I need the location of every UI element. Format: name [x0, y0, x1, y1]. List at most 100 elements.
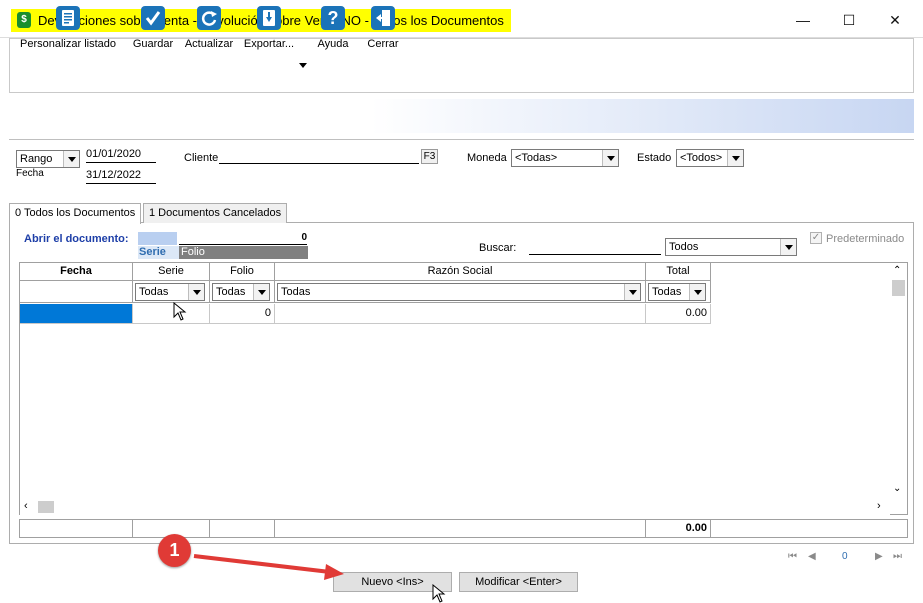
moneda-value: <Todas> — [515, 152, 558, 164]
razon-filter-select[interactable]: Todas — [277, 283, 641, 301]
totals-cell-folio — [210, 520, 275, 537]
chevron-down-icon — [188, 284, 204, 300]
chevron-down-icon — [602, 150, 618, 166]
folio-input[interactable]: 0 — [179, 232, 307, 245]
maximize-button[interactable]: ☐ — [826, 8, 872, 32]
refresh-icon — [197, 6, 221, 30]
mouse-cursor-icon — [173, 302, 187, 321]
estado-label: Estado — [637, 152, 672, 164]
actualizar-label: Actualizar — [184, 38, 234, 50]
annotation-marker: 1 — [158, 534, 191, 567]
total-filter-select[interactable]: Todas — [648, 283, 706, 301]
personalizar-listado-button[interactable]: Personalizar listado — [16, 2, 120, 52]
filter-cell-razon-social: Todas — [275, 281, 646, 303]
totals-row: 0.00 — [19, 519, 908, 538]
mouse-cursor-icon — [432, 584, 446, 603]
scroll-left-icon[interactable]: ‹ — [24, 500, 28, 512]
buscar-label: Buscar: — [479, 242, 517, 254]
horizontal-scroll-thumb[interactable] — [38, 501, 54, 513]
moneda-label: Moneda — [467, 152, 507, 164]
folio-filter-select[interactable]: Todas — [212, 283, 270, 301]
chevron-down-icon — [727, 150, 743, 166]
serie-filter-value: Todas — [139, 286, 169, 298]
banner — [9, 99, 914, 133]
filter-cell-folio: Todas — [210, 281, 275, 303]
nav-page-number: 0 — [842, 551, 848, 562]
date-to-field[interactable]: 31/12/2022 — [86, 169, 156, 184]
serie-tag: Serie — [138, 246, 179, 259]
cliente-field[interactable] — [219, 149, 419, 164]
scroll-down-icon[interactable]: ⌄ — [893, 483, 901, 494]
chevron-down-icon — [624, 284, 640, 300]
nav-last-icon[interactable]: ⏭ — [893, 551, 902, 562]
totals-cell-razon — [275, 520, 646, 537]
scroll-right-icon[interactable]: › — [877, 500, 881, 512]
personalizar-listado-label: Personalizar listado — [20, 38, 116, 50]
predeterminado-checkbox[interactable]: ✓ — [810, 232, 822, 244]
totals-cell-total: 0.00 — [646, 520, 711, 537]
guardar-label: Guardar — [132, 38, 174, 50]
col-header-total[interactable]: Total — [646, 263, 711, 281]
predeterminado-label: Predeterminado — [826, 233, 905, 245]
filter-cell-fecha — [20, 281, 133, 303]
scroll-up-icon[interactable]: ⌃ — [893, 265, 901, 276]
buscar-input[interactable] — [529, 240, 661, 255]
cerrar-label: Cerrar — [367, 38, 399, 50]
estado-select[interactable]: <Todos> — [676, 149, 744, 167]
estado-value: <Todos> — [680, 152, 723, 164]
export-icon — [257, 6, 281, 30]
horizontal-scrollbar[interactable] — [20, 499, 890, 515]
minimize-button[interactable]: — — [780, 8, 826, 32]
actualizar-button[interactable]: Actualizar — [182, 2, 236, 52]
vertical-scrollbar[interactable] — [890, 263, 907, 499]
row-cell-total[interactable]: 0.00 — [646, 304, 711, 324]
cerrar-button[interactable]: Cerrar — [360, 2, 406, 52]
close-window-button[interactable]: ✕ — [872, 8, 918, 32]
date-from-field[interactable]: 01/01/2020 — [86, 148, 156, 163]
tab-todos-documentos[interactable]: 0 Todos los Documentos — [9, 203, 142, 224]
ayuda-label: Ayuda — [317, 38, 349, 50]
filter-cell-total: Todas — [646, 281, 711, 303]
rango-value: Rango — [20, 153, 53, 165]
buscar-scope-select[interactable]: Todos — [665, 238, 797, 256]
col-header-folio[interactable]: Folio — [210, 263, 275, 281]
chevron-down-icon — [689, 284, 705, 300]
help-icon: ? — [321, 6, 345, 30]
divider — [9, 139, 914, 140]
exportar-button[interactable]: Exportar... — [240, 2, 298, 52]
total-filter-value: Todas — [652, 286, 682, 298]
row-cell-folio[interactable]: 0 — [210, 304, 275, 324]
rango-select[interactable]: Rango — [16, 150, 80, 168]
buscar-scope-value: Todos — [669, 241, 699, 253]
ayuda-button[interactable]: ? Ayuda — [310, 2, 356, 52]
folio-filter-value: Todas — [216, 286, 246, 298]
nav-first-icon[interactable]: ⏮ — [788, 551, 797, 562]
nav-next-icon[interactable]: ▶ — [875, 551, 883, 562]
serie-filter-select[interactable]: Todas — [135, 283, 205, 301]
exportar-label: Exportar... — [243, 38, 295, 50]
vertical-scroll-thumb[interactable] — [892, 280, 905, 296]
row-cell-razon-social[interactable] — [275, 304, 646, 324]
filter-cell-serie: Todas — [133, 281, 210, 303]
check-icon — [141, 6, 165, 30]
guardar-button[interactable]: Guardar — [128, 2, 178, 52]
col-header-razon-social[interactable]: Razón Social — [275, 263, 646, 281]
col-header-serie[interactable]: Serie — [133, 263, 210, 281]
exportar-dropdown-icon[interactable] — [299, 63, 307, 68]
folio-tag: Folio — [179, 246, 308, 259]
row-cell-serie[interactable] — [133, 304, 210, 324]
modificar-button[interactable]: Modificar <Enter> — [459, 572, 578, 592]
moneda-select[interactable]: <Todas> — [511, 149, 619, 167]
chevron-down-icon — [780, 239, 796, 255]
tab-documentos-cancelados[interactable]: 1 Documentos Cancelados — [143, 203, 288, 223]
list-settings-icon — [56, 6, 80, 30]
serie-input[interactable] — [138, 232, 177, 245]
nav-prev-icon[interactable]: ◀ — [808, 551, 816, 562]
row-cell-fecha[interactable] — [20, 304, 133, 324]
chevron-down-icon — [253, 284, 269, 300]
totals-cell-fecha — [20, 520, 133, 537]
col-header-fecha[interactable]: Fecha — [20, 263, 133, 281]
razon-filter-value: Todas — [281, 286, 311, 298]
f3-lookup-button[interactable]: F3 — [421, 149, 438, 164]
annotation-arrow — [193, 554, 344, 580]
